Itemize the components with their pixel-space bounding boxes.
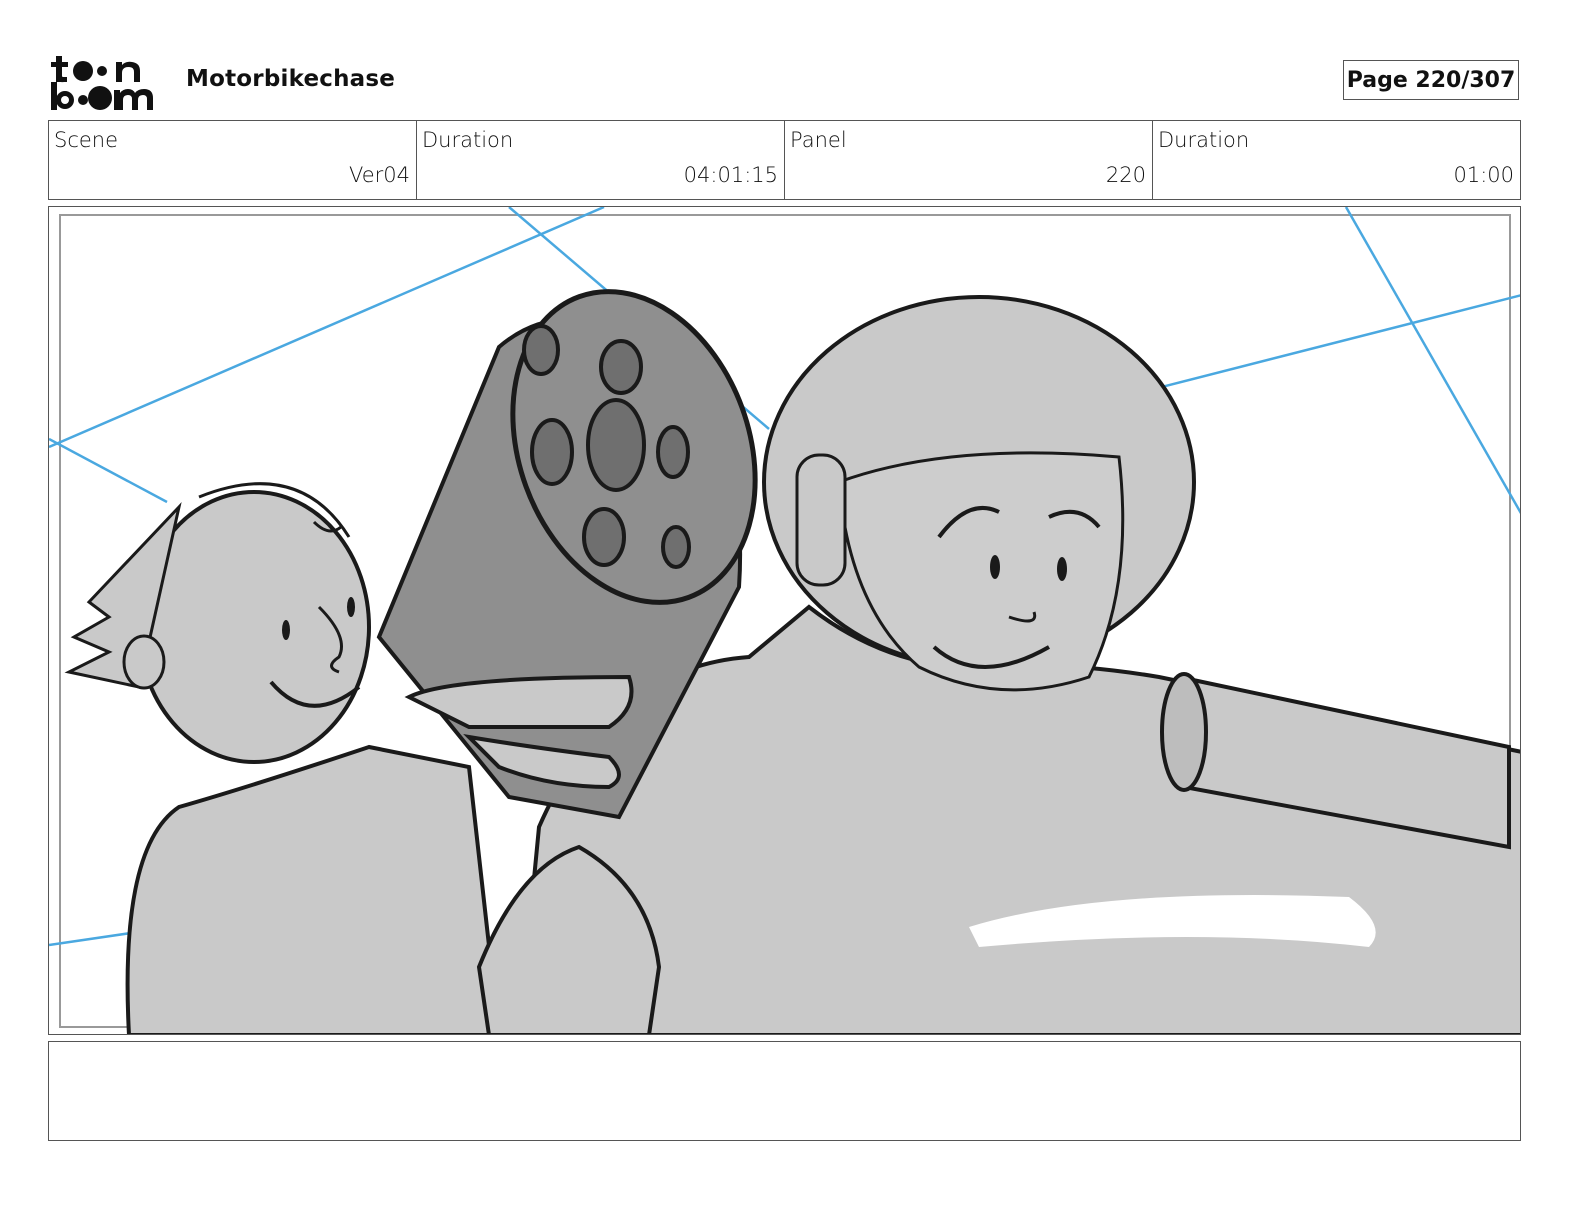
panel-notes-box[interactable] — [48, 1041, 1521, 1141]
scene-info-table: Scene Ver04 Duration 04:01:15 Panel 220 … — [48, 120, 1521, 200]
panel-duration-label: Duration — [1158, 128, 1250, 152]
scene-label: Scene — [54, 128, 119, 152]
scene-cell: Scene Ver04 — [49, 121, 417, 199]
scene-duration-value: 04:01:15 — [683, 163, 778, 187]
panel-duration-cell: Duration 01:00 — [1153, 121, 1520, 199]
panel-cell: Panel 220 — [785, 121, 1153, 199]
scene-value: Ver04 — [348, 163, 410, 187]
storyboard-sketch — [49, 207, 1520, 1034]
project-title: Motorbikechase — [186, 66, 396, 92]
scene-duration-cell: Duration 04:01:15 — [417, 121, 785, 199]
panel-value: 220 — [1105, 163, 1146, 187]
page-counter: Page 220/307 — [1343, 60, 1519, 100]
panel-label: Panel — [790, 128, 847, 152]
scene-duration-label: Duration — [422, 128, 514, 152]
panel-duration-value: 01:00 — [1453, 163, 1514, 187]
storyboard-panel — [48, 206, 1521, 1035]
toonboom-logo — [50, 52, 166, 114]
